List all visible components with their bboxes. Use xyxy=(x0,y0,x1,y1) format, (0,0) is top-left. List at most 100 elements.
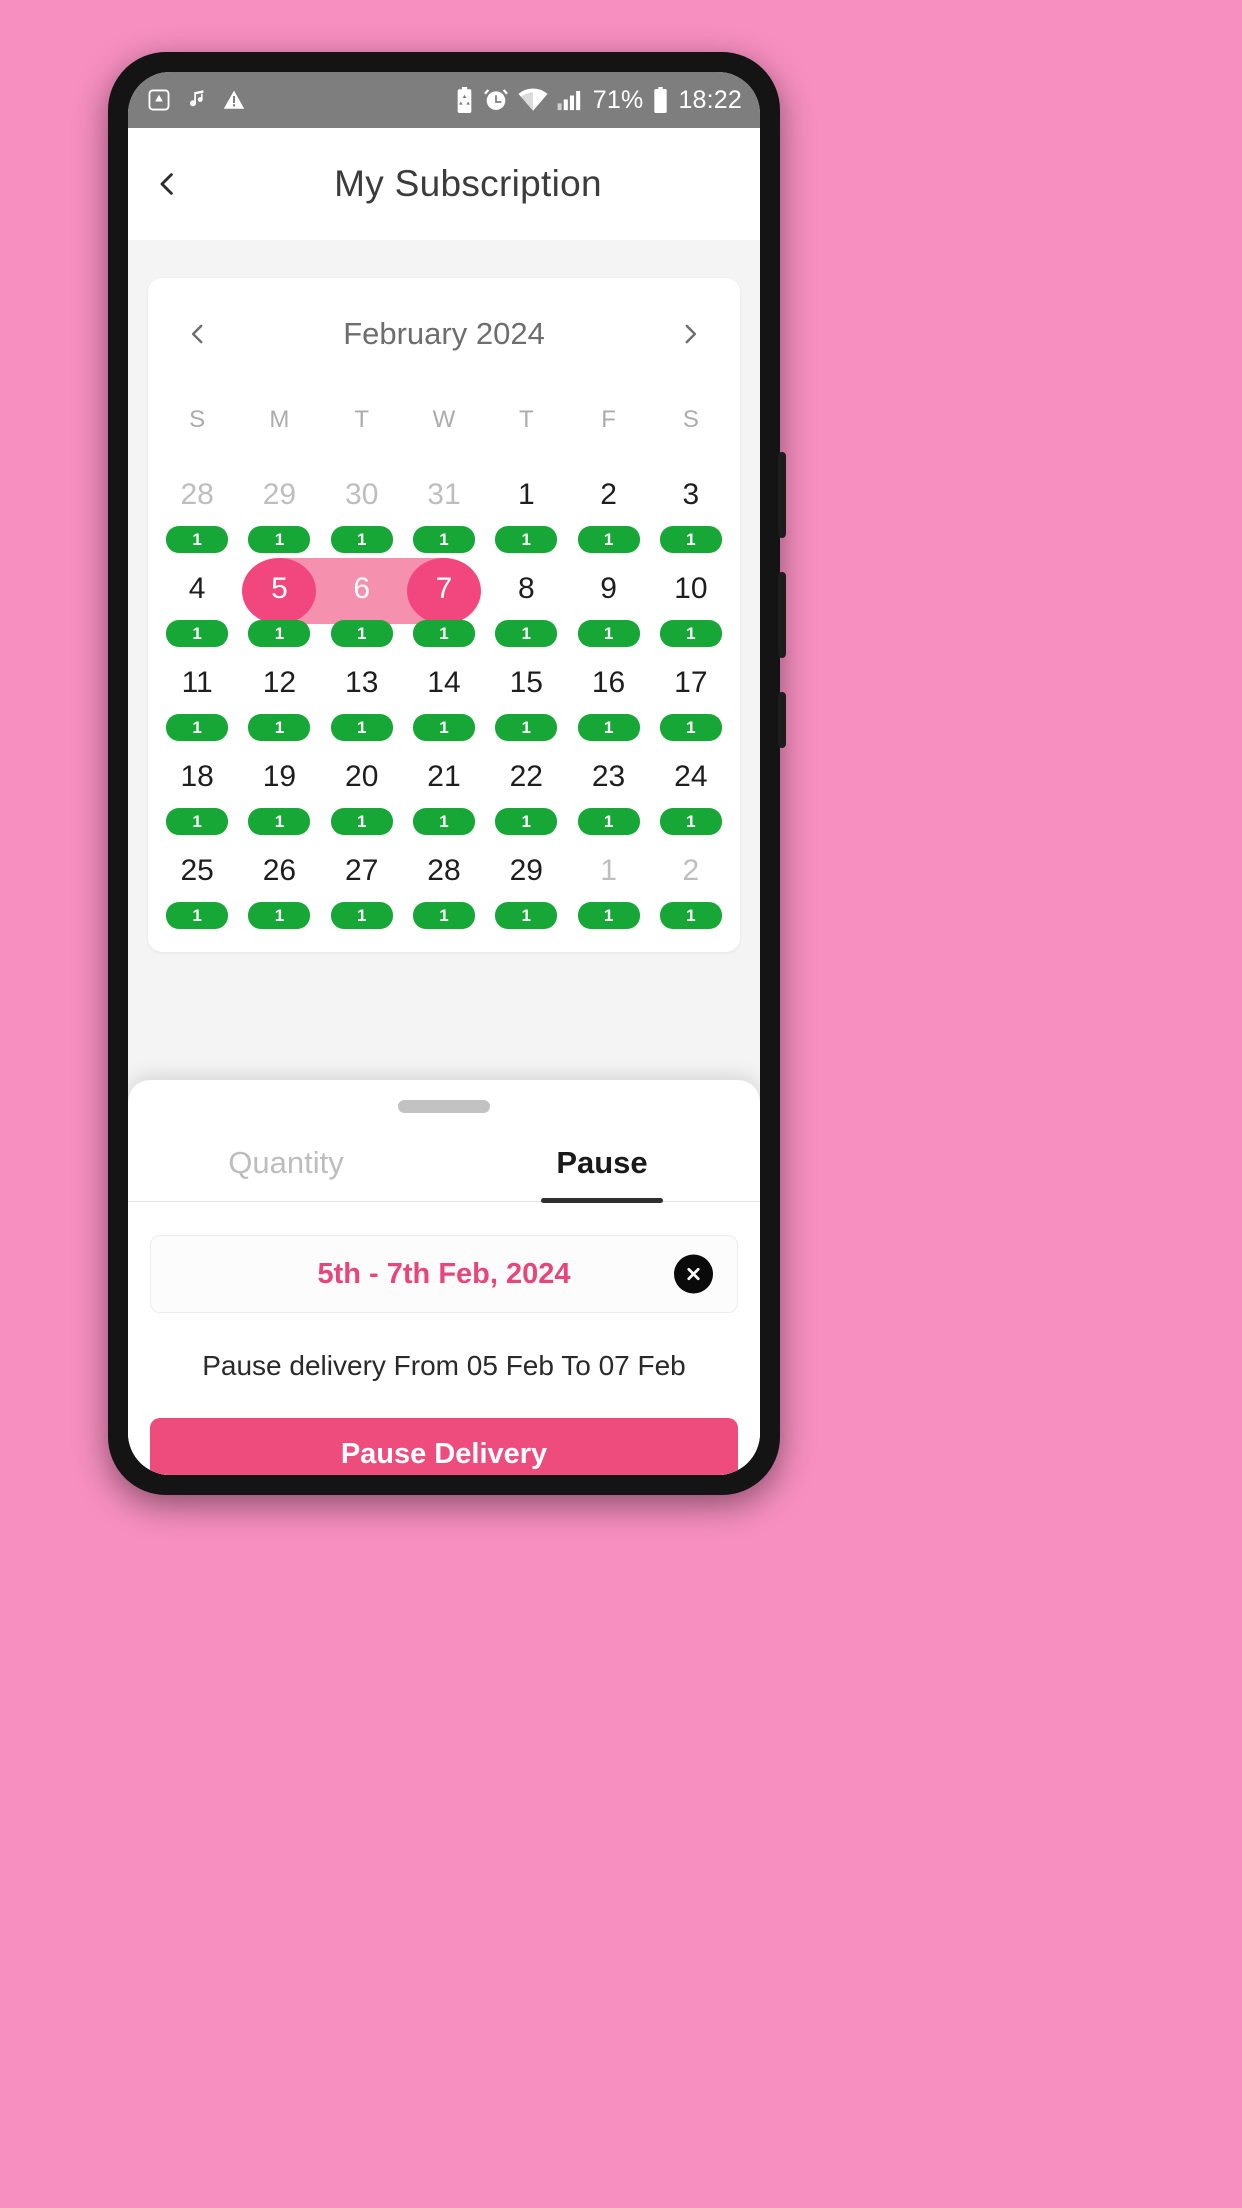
drag-handle[interactable] xyxy=(398,1100,490,1113)
signal-icon xyxy=(557,91,580,111)
music-note-icon xyxy=(190,90,204,107)
calendar-day-cell[interactable]: 27 1 xyxy=(321,838,403,930)
calendar-day-cell[interactable]: 25 1 xyxy=(156,838,238,930)
day-number: 29 xyxy=(509,854,543,887)
delivery-quantity-pill: 1 xyxy=(659,714,722,741)
calendar-day-cell[interactable]: 31 xyxy=(650,462,732,554)
delivery-quantity-pill: 1 xyxy=(166,526,229,553)
day-number: 13 xyxy=(345,666,379,699)
day-number: 19 xyxy=(262,760,297,793)
calendar-day-cell[interactable]: 23 1 xyxy=(567,744,649,836)
calendar-week-row: 28 1 29 1 30 1 31 1 1 1 2 1 3 1 xyxy=(156,462,732,554)
calendar-day-cell[interactable]: 29 1 xyxy=(485,838,567,930)
day-number: 8 xyxy=(517,572,535,605)
day-number: 2 xyxy=(682,854,700,887)
page-title: My Subscription xyxy=(334,163,602,204)
calendar-day-cell[interactable]: 17 1 xyxy=(650,650,732,742)
day-number: 17 xyxy=(674,666,708,699)
tab-pause[interactable]: Pause xyxy=(444,1127,760,1201)
delivery-quantity-pill: 1 xyxy=(577,808,640,835)
weekday-label: M xyxy=(269,406,290,433)
calendar-day-cell[interactable]: 91 xyxy=(567,556,649,648)
calendar-day-cell[interactable]: 71 xyxy=(402,556,485,648)
volume-down-button[interactable] xyxy=(778,572,786,658)
calendar-day-cell[interactable]: 81 xyxy=(485,556,567,648)
calendar-day-cell[interactable]: 41 xyxy=(156,556,238,648)
delivery-quantity-pill: 1 xyxy=(659,526,722,553)
calendar-day-cell[interactable]: 21 xyxy=(650,838,732,930)
weekday-label: T xyxy=(354,406,370,433)
calendar-card: February 2024 SMTWTFS 28 1 29 1 30 1 31 1 1 1 2 1 3 1… xyxy=(148,278,740,952)
calendar-day-cell[interactable]: 11 xyxy=(567,838,649,930)
bottom-sheet: Quantity Pause 5th - 7th Feb, 2024 Pause … xyxy=(128,1080,760,1475)
day-number: 23 xyxy=(591,760,626,793)
day-number: 10 xyxy=(674,572,708,605)
delivery-quantity-pill: 1 xyxy=(166,714,229,741)
delivery-quantity-pill: 1 xyxy=(659,620,722,647)
calendar-week-row: 18 1 19 1 20 1 21 1 22 1 23 1 24 1 xyxy=(156,744,732,836)
calendar-day-cell[interactable]: 61 xyxy=(320,556,403,648)
clear-range-button[interactable] xyxy=(674,1254,713,1294)
day-number: 9 xyxy=(600,572,617,605)
calendar-day-cell[interactable]: 26 1 xyxy=(238,838,320,930)
battery-percent-label: 71% xyxy=(592,85,644,114)
delivery-quantity-pill: 1 xyxy=(412,714,475,741)
delivery-quantity-pill: 1 xyxy=(495,808,558,835)
pause-delivery-button[interactable]: Pause Delivery xyxy=(150,1418,738,1475)
calendar-day-cell[interactable]: 14 1 xyxy=(403,650,485,742)
delivery-quantity-pill: 1 xyxy=(577,620,640,647)
delivery-quantity-pill: 1 xyxy=(248,714,311,741)
weekday-label: T xyxy=(518,406,534,433)
calendar-day-cell[interactable]: 28 1 xyxy=(403,838,485,930)
delivery-quantity-pill: 1 xyxy=(330,714,393,741)
power-button[interactable] xyxy=(778,692,786,748)
calendar-day-cell[interactable]: 24 1 xyxy=(650,744,732,836)
calendar-day-cell[interactable]: 28 1 xyxy=(156,462,238,554)
day-number: 4 xyxy=(188,572,206,605)
calendar-day-cell[interactable]: 11 xyxy=(485,462,567,554)
delivery-quantity-pill: 1 xyxy=(659,902,722,929)
phone-screen: 71% 18:22 My Subscription February 2024 … xyxy=(128,72,760,1475)
calendar-day-cell[interactable]: 10 1 xyxy=(650,556,732,648)
status-bar-right-icons: 71% 18:22 xyxy=(455,86,742,115)
calendar-day-cell[interactable]: 29 1 xyxy=(238,462,320,554)
wifi-icon xyxy=(518,88,548,111)
day-number: 27 xyxy=(345,854,379,887)
calendar-day-cell[interactable]: 22 1 xyxy=(485,744,567,836)
day-number: 28 xyxy=(180,478,214,511)
day-number: 15 xyxy=(509,666,543,699)
delivery-quantity-pill: 1 xyxy=(330,808,393,835)
calendar-week-row: 25 1 26 1 27 1 28 1 29 1 1 1 2 1 xyxy=(156,838,732,930)
day-number: 14 xyxy=(427,666,461,699)
calendar-day-cell[interactable]: 19 1 xyxy=(238,744,320,836)
chevron-right-icon xyxy=(685,324,697,344)
status-bar-left-icons xyxy=(146,87,246,113)
calendar-day-cell[interactable]: 20 1 xyxy=(321,744,403,836)
clock-label: 18:22 xyxy=(678,85,742,114)
calendar-day-cell[interactable]: 18 1 xyxy=(156,744,238,836)
day-number: 31 xyxy=(427,478,461,511)
calendar-day-cell[interactable]: 21 1 xyxy=(403,744,485,836)
calendar-day-cell[interactable]: 51 xyxy=(238,556,321,648)
volume-up-button[interactable] xyxy=(778,452,786,538)
calendar-day-cell[interactable]: 13 1 xyxy=(321,650,403,742)
delivery-quantity-pill: 1 xyxy=(330,902,393,929)
day-number: 26 xyxy=(262,854,297,887)
weekday-label: S xyxy=(682,406,699,433)
delivery-quantity-pill: 1 xyxy=(495,526,558,553)
selected-range-chip[interactable]: 5th - 7th Feb, 2024 xyxy=(150,1235,738,1313)
calendar-day-cell[interactable]: 31 1 xyxy=(403,462,485,554)
calendar-day-cell[interactable]: 15 1 xyxy=(485,650,567,742)
calendar-day-cell[interactable]: 12 1 xyxy=(238,650,320,742)
pause-info-text: Pause delivery From 05 Feb To 07 Feb xyxy=(202,1350,686,1381)
calendar-day-cell[interactable]: 11 1 xyxy=(156,650,238,742)
calendar-prev-month-button[interactable] xyxy=(174,310,222,358)
delivery-quantity-pill: 1 xyxy=(166,808,229,835)
tab-quantity[interactable]: Quantity xyxy=(128,1127,444,1201)
calendar-day-cell[interactable]: 30 1 xyxy=(321,462,403,554)
calendar-next-month-button[interactable] xyxy=(666,310,714,358)
calendar-day-cell[interactable]: 21 xyxy=(567,462,649,554)
delivery-quantity-pill: 1 xyxy=(412,808,475,835)
day-number: 28 xyxy=(427,854,461,887)
calendar-day-cell[interactable]: 16 1 xyxy=(567,650,649,742)
